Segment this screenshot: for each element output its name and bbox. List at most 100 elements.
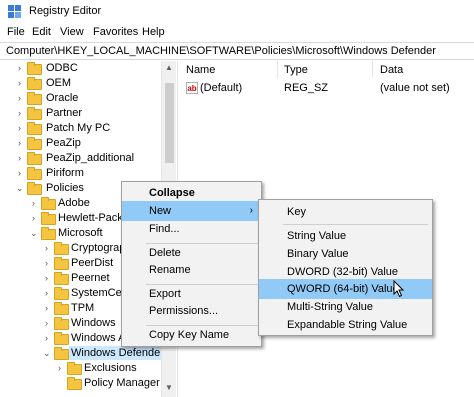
column-header-type[interactable]: Type [284, 64, 308, 76]
menu-item-find[interactable]: Find... [122, 219, 261, 239]
folder-open-icon [54, 347, 69, 360]
address-path[interactable]: Computer\HKEY_LOCAL_MACHINE\SOFTWARE\Pol… [6, 45, 436, 57]
scrollbar-thumb[interactable] [165, 83, 174, 163]
submenu-arrow-icon: › [249, 205, 253, 216]
tree-item-label: Windows [71, 317, 116, 329]
folder-icon [27, 167, 42, 180]
tree-item-label: Exclusions [84, 362, 137, 374]
folder-icon [54, 332, 69, 345]
column-header-data[interactable]: Data [380, 64, 403, 76]
menu-edit[interactable]: Edit [32, 26, 51, 38]
folder-icon [54, 287, 69, 300]
submenu-item-multi-string-value[interactable]: Multi-String Value [259, 297, 432, 317]
tree-item-peazip[interactable]: › PeaZip [0, 136, 161, 151]
chevron-right-icon[interactable]: › [32, 199, 41, 208]
title-bar: Registry Editor [0, 0, 474, 22]
tree-item-windows-defender[interactable]: ⌄ Windows Defender [0, 346, 166, 361]
submenu-item-qword-value[interactable]: QWORD (64-bit) Value [259, 279, 432, 299]
tree-item-exclusions[interactable]: › Exclusions [0, 361, 161, 376]
chevron-down-icon[interactable]: ⌄ [16, 184, 25, 193]
menu-item-rename[interactable]: Rename [122, 260, 261, 280]
tree-item-label: Microsoft [58, 227, 103, 239]
tree-item-label: OEM [46, 77, 72, 89]
menu-item-copy-key-name[interactable]: Copy Key Name [122, 325, 261, 345]
chevron-down-icon[interactable]: ⌄ [43, 349, 52, 358]
menu-item-new[interactable]: New › [122, 201, 261, 221]
value-type: REG_SZ [284, 82, 329, 94]
scroll-up-icon[interactable]: ▲ [165, 63, 173, 72]
submenu-item-expandable-string-value[interactable]: Expandable String Value [259, 315, 432, 335]
chevron-right-icon[interactable]: › [18, 64, 27, 73]
chevron-down-icon[interactable]: ⌄ [30, 229, 39, 238]
value-row-default[interactable]: ab (Default) REG_SZ (value not set) [180, 81, 474, 96]
chevron-right-icon[interactable]: › [45, 319, 54, 328]
submenu-item-string-value[interactable]: String Value [259, 226, 432, 246]
menu-file[interactable]: File [7, 26, 25, 38]
value-name: (Default) [200, 82, 243, 94]
tree-item-partner[interactable]: › Partner [0, 106, 161, 121]
submenu-item-binary-value[interactable]: Binary Value [259, 244, 432, 264]
folder-open-icon [41, 227, 56, 240]
menu-favorites[interactable]: Favorites [93, 26, 138, 38]
chevron-right-icon[interactable]: › [45, 334, 54, 343]
scroll-down-icon[interactable]: ▼ [165, 383, 173, 392]
tree-item-label: Piriform [46, 167, 84, 179]
column-divider[interactable] [277, 61, 278, 78]
chevron-right-icon[interactable]: › [45, 289, 54, 298]
tree-item-label: Cryptograpl [71, 242, 128, 254]
chevron-right-icon[interactable]: › [18, 169, 27, 178]
tree-item-odbc[interactable]: › ODBC [0, 61, 161, 76]
tree-item-label: Hewlett-Packa [58, 212, 129, 224]
folder-icon [54, 257, 69, 270]
menu-help[interactable]: Help [142, 26, 165, 38]
folder-icon [27, 107, 42, 120]
chevron-right-icon[interactable]: › [45, 259, 54, 268]
folder-icon [41, 197, 56, 210]
context-menu: Collapse New › Find... Delete Rename Exp… [121, 181, 262, 347]
folder-icon [27, 137, 42, 150]
tree-item-label: Patch My PC [46, 122, 111, 134]
folder-icon [54, 317, 69, 330]
tree-item-patch-my-pc[interactable]: › Patch My PC [0, 121, 161, 136]
folder-icon [27, 152, 42, 165]
tree-item-label: Policy Manager [84, 377, 160, 389]
chevron-right-icon[interactable]: › [45, 244, 54, 253]
tree-item-policy-manager[interactable]: Policy Manager [0, 376, 161, 391]
tree-item-oracle[interactable]: › Oracle [0, 91, 161, 106]
chevron-right-icon[interactable]: › [18, 94, 27, 103]
tree-item-label: ODBC [46, 62, 78, 74]
chevron-right-icon[interactable]: › [58, 364, 67, 373]
folder-icon [67, 377, 82, 390]
column-header-name[interactable]: Name [186, 64, 215, 76]
chevron-right-icon[interactable]: › [32, 214, 41, 223]
value-data: (value not set) [380, 82, 450, 94]
menu-item-permissions[interactable]: Permissions... [122, 301, 261, 321]
tree-item-label: Oracle [46, 92, 79, 104]
tree-item-oem[interactable]: › OEM [0, 76, 161, 91]
chevron-right-icon[interactable]: › [45, 304, 54, 313]
chevron-right-icon[interactable]: › [18, 109, 27, 118]
registry-editor-icon [8, 5, 21, 18]
tree-item-peazip-additional[interactable]: › PeaZip_additional [0, 151, 161, 166]
tree-item-piriform[interactable]: › Piriform [0, 166, 161, 181]
chevron-right-icon[interactable]: › [18, 139, 27, 148]
folder-icon [54, 272, 69, 285]
folder-icon [27, 122, 42, 135]
menu-separator [283, 224, 428, 225]
menu-item-collapse[interactable]: Collapse [122, 183, 261, 203]
tree-item-label: Windows Defender [69, 346, 166, 360]
menu-view[interactable]: View [60, 26, 84, 38]
submenu-item-key[interactable]: Key [259, 202, 432, 222]
tree-item-label: Windows A [71, 332, 126, 344]
folder-icon [54, 302, 69, 315]
chevron-right-icon[interactable]: › [45, 274, 54, 283]
tree-item-label: Partner [46, 107, 83, 119]
menu-item-new-label: New [149, 205, 172, 217]
chevron-right-icon[interactable]: › [18, 154, 27, 163]
menu-bar: File Edit View Favorites Help [0, 22, 474, 42]
chevron-right-icon[interactable]: › [18, 124, 27, 133]
chevron-right-icon[interactable]: › [18, 79, 27, 88]
column-divider[interactable] [372, 61, 373, 78]
address-bar[interactable]: Computer\HKEY_LOCAL_MACHINE\SOFTWARE\Pol… [0, 42, 474, 60]
folder-icon [41, 212, 56, 225]
